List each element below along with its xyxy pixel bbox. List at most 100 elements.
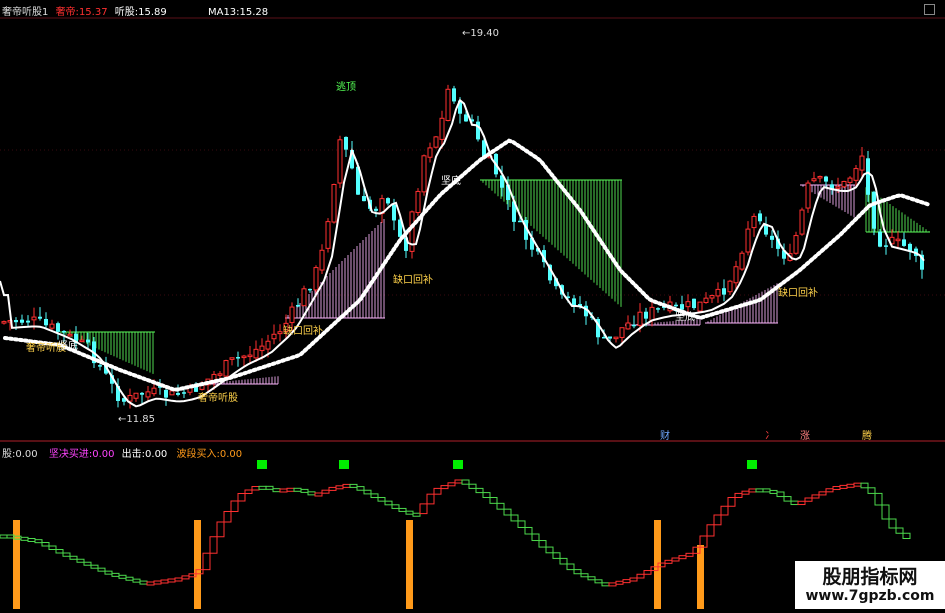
step-box — [377, 497, 386, 502]
step-box — [713, 514, 722, 526]
step-box — [398, 507, 407, 512]
candle-body-down — [296, 304, 300, 307]
step-box — [328, 486, 337, 491]
step-box — [293, 487, 302, 492]
step-box — [601, 582, 610, 587]
sub-legend: 股:0.00 坚决买进:0.00 出击:0.00 波段买入:0.00 — [2, 445, 242, 460]
step-box — [20, 536, 29, 541]
step-box — [790, 500, 799, 506]
mark-b: 冫 — [765, 431, 775, 442]
step-box — [384, 500, 393, 506]
candle-body-up — [313, 267, 319, 291]
candle-body-up — [427, 147, 433, 158]
buy-label: 奢帝: — [55, 7, 79, 18]
candle-body-down — [44, 318, 48, 326]
candle-body-down — [674, 304, 678, 307]
step-box — [755, 488, 764, 493]
high-price-label: ←19.40 — [462, 28, 499, 39]
step-box — [181, 575, 190, 580]
step-box — [811, 494, 820, 499]
step-box — [720, 505, 729, 516]
candle-body-up — [811, 178, 817, 182]
candle-body-down — [722, 288, 726, 295]
step-box — [216, 521, 225, 538]
step-box — [804, 497, 813, 502]
candle-body-up — [613, 336, 619, 340]
wave-bottom-label-3: 坚底 — [675, 310, 695, 323]
step-box — [671, 557, 680, 562]
candle-body-down — [644, 311, 648, 319]
step-box — [202, 552, 211, 571]
step-box — [832, 486, 841, 491]
step-box — [762, 488, 771, 493]
step-box — [769, 489, 778, 494]
sub-value-0: 0.00 — [15, 449, 38, 460]
step-box — [587, 576, 596, 581]
step-box — [503, 508, 512, 516]
gap-label-1: 缺口回补 — [393, 273, 433, 286]
candle-body-up — [709, 295, 715, 299]
step-box — [41, 542, 50, 547]
candle-body-down — [140, 392, 144, 395]
candle-body-up — [319, 249, 325, 271]
candle-body-down — [26, 320, 30, 323]
step-box — [258, 485, 267, 490]
candle-body-up — [325, 221, 331, 249]
candle-body-down — [632, 324, 636, 327]
sub-label-1: 坚决买进: — [48, 449, 93, 460]
candle-body-up — [835, 186, 841, 189]
candle-body-up — [1, 321, 7, 324]
candle-body-up — [703, 297, 709, 304]
candle-body-up — [685, 301, 691, 308]
candle-body-up — [739, 252, 745, 270]
candle-body-down — [308, 288, 312, 291]
candle-body-up — [301, 288, 307, 307]
step-box — [55, 549, 64, 554]
step-box — [356, 486, 365, 491]
step-box — [62, 552, 71, 557]
step-box — [139, 580, 148, 585]
candle-body-down — [98, 365, 102, 367]
step-box — [475, 487, 484, 494]
signal-square-3 — [747, 460, 757, 469]
window-toggle-icon[interactable] — [924, 4, 935, 15]
gap-label-2: 缺口回补 — [283, 324, 323, 337]
candle-body-up — [271, 333, 277, 340]
candle-body-down — [362, 196, 366, 202]
price-chart[interactable]: ←19.40←11.85逃顶奢帝听股奢帝听股缺口回补缺口回补缺口回补坚底坚底坚底… — [0, 0, 945, 609]
step-box — [636, 573, 645, 579]
step-box — [251, 486, 260, 491]
step-box — [706, 524, 715, 537]
watermark-title: 股朋指标网 — [822, 565, 918, 588]
sell-signal-label: 逃顶 — [336, 80, 356, 93]
sub-value-2: 0.00 — [145, 449, 168, 460]
step-box — [0, 534, 8, 539]
step-box — [727, 497, 736, 507]
candle-body-down — [872, 191, 876, 229]
candle-body-down — [884, 245, 888, 247]
mark-c: 涨 — [800, 430, 810, 442]
step-box — [839, 484, 848, 489]
step-box — [412, 512, 421, 517]
candle-body-down — [866, 158, 870, 195]
candle-body-up — [229, 357, 235, 360]
step-box — [97, 567, 106, 572]
mark-a: 财 — [660, 429, 670, 442]
candle-body-up — [817, 175, 823, 179]
wave-buy-bar-0 — [13, 520, 20, 609]
candle-body-up — [733, 266, 739, 284]
candle-body-down — [608, 336, 612, 339]
wave-buy-bar-1 — [194, 520, 201, 609]
step-box — [370, 493, 379, 499]
candle-body-up — [853, 168, 859, 181]
candle-body-down — [680, 304, 684, 310]
step-box — [34, 539, 43, 544]
indicator-name: 奢帝听股1 — [2, 7, 49, 18]
step-box — [685, 552, 694, 557]
low-price-label: ←11.85 — [118, 414, 155, 425]
step-box — [902, 532, 911, 539]
step-box — [517, 520, 526, 528]
step-box — [468, 483, 477, 489]
candle-body-down — [86, 339, 90, 343]
step-box — [118, 574, 127, 579]
